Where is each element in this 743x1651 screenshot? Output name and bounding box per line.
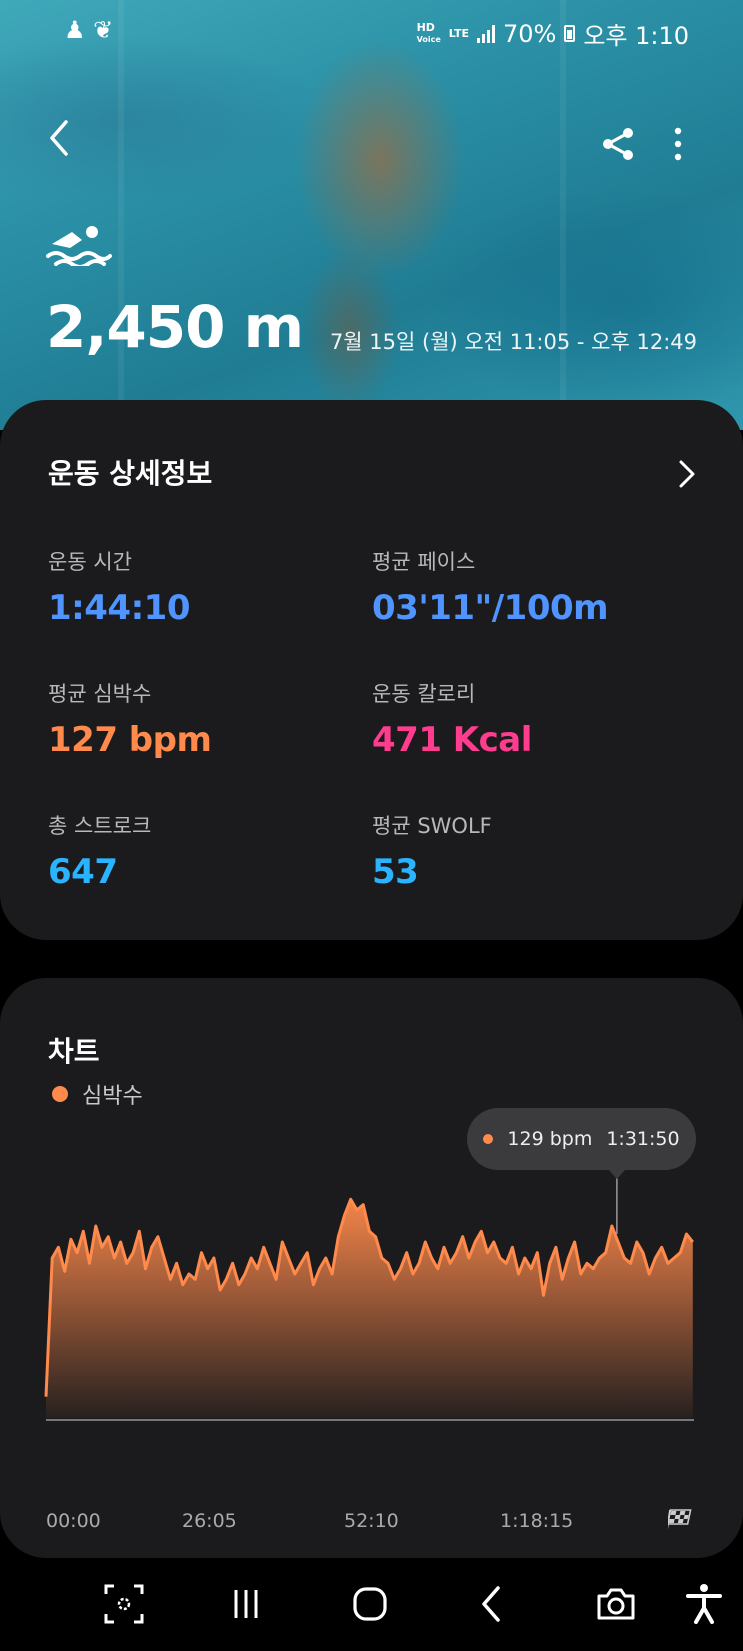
hd-voice-label: HD Voice <box>416 21 441 44</box>
chart-card: 차트 심박수 129 bpm 1:31:50 00:00 26:05 52:10 1:… <box>0 978 743 1558</box>
accessibility-icon[interactable] <box>682 1582 726 1626</box>
stat-label: 운동 시간 <box>48 550 132 574</box>
water-lane-line <box>118 0 124 430</box>
stat-value: 03'11"/100m <box>372 588 609 628</box>
stat-label: 평균 페이스 <box>372 550 476 574</box>
tooltip-pointer <box>607 1169 626 1179</box>
swimming-icon <box>46 226 112 266</box>
battery-icon <box>564 25 576 42</box>
stat-label: 평균 SWOLF <box>372 814 492 838</box>
home-icon[interactable] <box>348 1582 392 1626</box>
x-tick-label: 26:05 <box>182 1510 237 1532</box>
signal-icon <box>476 24 495 43</box>
x-tick-label: 1:18:15 <box>500 1510 574 1532</box>
workout-datetime: 7월 15일 (월) 오전 11:05 - 오후 12:49 <box>329 330 697 354</box>
notification-icons: ♟ ❦ <box>64 16 114 44</box>
hero-banner: ♟ ❦ HD Voice LTE 70% 오후 1:10 2,450 m 7월 … <box>0 0 743 430</box>
x-tick-label: 52:10 <box>344 1510 399 1532</box>
water-lane-line <box>560 0 566 430</box>
back-arrow-icon[interactable] <box>44 118 74 158</box>
more-options-icon[interactable] <box>668 126 688 162</box>
recent-apps-icon[interactable] <box>224 1582 268 1626</box>
clock: 오후 1:10 <box>583 22 689 50</box>
lte-label: LTE <box>448 27 469 40</box>
stat-avg-swolf: 평균 SWOLF 53 <box>372 810 492 892</box>
chevron-right-icon[interactable] <box>675 458 699 490</box>
tooltip-time: 1:31:50 <box>606 1128 680 1150</box>
share-icon[interactable] <box>600 126 636 162</box>
stat-calories: 운동 칼로리 471 Kcal <box>372 678 532 760</box>
stat-avg-heart-rate: 평균 심박수 127 bpm <box>48 678 212 760</box>
heart-rate-chart[interactable] <box>0 978 743 1558</box>
chart-tooltip: 129 bpm 1:31:50 <box>467 1108 696 1170</box>
stat-value: 127 bpm <box>48 720 212 760</box>
stat-label: 평균 심박수 <box>48 682 152 706</box>
screen-capture-icon[interactable] <box>102 1582 146 1626</box>
stat-avg-pace: 평균 페이스 03'11"/100m <box>372 546 609 628</box>
stat-value: 647 <box>48 852 118 892</box>
stat-label: 운동 칼로리 <box>372 682 476 706</box>
workout-details-card[interactable]: 운동 상세정보 운동 시간 1:44:10 평균 페이스 03'11"/100m… <box>0 400 743 940</box>
stat-total-strokes: 총 스트로크 647 <box>48 810 151 892</box>
back-icon[interactable] <box>470 1582 514 1626</box>
stat-value: 53 <box>372 852 419 892</box>
workout-distance: 2,450 m <box>46 293 304 361</box>
tooltip-value: 129 bpm <box>507 1128 593 1150</box>
battery-percent: 70% <box>502 19 557 48</box>
x-tick-label: 00:00 <box>46 1510 101 1532</box>
tooltip-dot <box>483 1134 494 1144</box>
details-title: 운동 상세정보 <box>48 457 213 490</box>
stat-value: 1:44:10 <box>48 588 190 628</box>
stat-label: 총 스트로크 <box>48 814 152 838</box>
stat-value: 471 Kcal <box>372 720 532 760</box>
camera-icon[interactable] <box>594 1582 638 1626</box>
stat-duration: 운동 시간 1:44:10 <box>48 546 190 628</box>
finish-flag-icon <box>668 1509 692 1530</box>
status-bar: ♟ ❦ HD Voice LTE 70% 오후 1:10 <box>0 14 743 50</box>
navigation-bar <box>0 1560 743 1651</box>
